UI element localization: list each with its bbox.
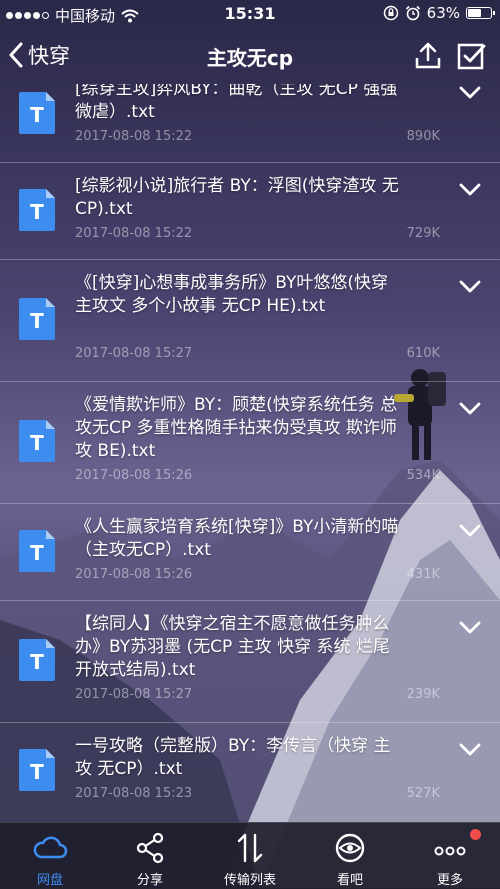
file-name: 《爱情欺诈师》BY：顾楚(快穿系统任务 总攻无CP 多重性格随手拈来伪受真攻 欺…: [75, 395, 398, 461]
file-list: T [综穿主攻]弈风BY：曲乾（主攻 无CP 强强 微虐）.txt 2017-0…: [0, 84, 500, 822]
file-icon-letter: T: [30, 650, 44, 674]
back-button[interactable]: 快穿: [8, 40, 70, 70]
file-icon-letter: T: [30, 200, 44, 224]
chevron-down-icon[interactable]: [456, 399, 484, 419]
file-size: 431K: [406, 567, 440, 582]
file-size: 729K: [406, 226, 440, 241]
file-icon-letter: T: [30, 760, 44, 784]
share-icon: [136, 832, 164, 864]
chevron-down-icon[interactable]: [456, 618, 484, 638]
file-row[interactable]: T 【综同人】《快穿之宿主不愿意做任务肿么办》BY苏羽墨 (无CP 主攻 快穿 …: [0, 601, 500, 723]
file-date: 2017-08-08 15:26: [75, 567, 193, 582]
chevron-down-icon[interactable]: [456, 84, 484, 103]
file-size: 527K: [406, 786, 440, 801]
file-date: 2017-08-08 15:26: [75, 468, 193, 483]
file-row[interactable]: T 《[快穿]心想事成事务所》BY叶悠悠(快穿 主攻文 多个小故事 无CP HE…: [0, 260, 500, 382]
notification-badge: [470, 829, 481, 840]
tab-label: 分享: [136, 873, 163, 888]
status-bar: 中国移动 15:31 63%: [0, 0, 500, 28]
upload-icon[interactable]: [412, 40, 444, 72]
more-icon: [434, 846, 466, 856]
file-date: 2017-08-08 15:22: [75, 129, 193, 144]
txt-file-icon: T: [19, 298, 55, 340]
file-icon-letter: T: [30, 431, 44, 455]
file-name: 一号攻略（完整版）BY：李传言（快穿 主攻 无CP）.txt: [75, 736, 391, 779]
file-date: 2017-08-08 15:22: [75, 226, 193, 241]
rotation-lock-icon: [383, 5, 398, 21]
file-size: 534K: [406, 468, 440, 483]
file-name: 【综同人】《快穿之宿主不愿意做任务肿么办》BY苏羽墨 (无CP 主攻 快穿 系统…: [75, 614, 390, 680]
file-size: 239K: [406, 687, 440, 702]
battery-level: [468, 9, 481, 17]
status-right: 63%: [383, 4, 495, 22]
file-name: 《[快穿]心想事成事务所》BY叶悠悠(快穿 主攻文 多个小故事 无CP HE).…: [75, 273, 389, 316]
txt-file-icon: T: [19, 420, 55, 462]
select-checkbox-icon[interactable]: [455, 40, 487, 72]
transfer-icon: [237, 833, 263, 863]
tab-transfer-list[interactable]: 传输列表: [200, 823, 300, 889]
tab-watch[interactable]: 看吧: [300, 823, 400, 889]
battery-icon: [466, 7, 495, 19]
file-name: 《人生赢家培育系统[快穿]》BY小清新的喵 （主攻无CP）.txt: [75, 517, 399, 560]
file-date: 2017-08-08 15:27: [75, 687, 193, 702]
file-name: [综影视小说]旅行者 BY：浮图(快穿渣攻 无CP).txt: [75, 176, 399, 219]
txt-file-icon: T: [19, 749, 55, 791]
tab-label: 传输列表: [223, 873, 276, 888]
txt-file-icon: T: [19, 530, 55, 572]
tab-label: 网盘: [36, 873, 63, 888]
file-size: 890K: [406, 129, 440, 144]
chevron-down-icon[interactable]: [456, 740, 484, 760]
tab-share[interactable]: 分享: [100, 823, 200, 889]
file-icon-letter: T: [30, 103, 44, 127]
file-row[interactable]: T 《爱情欺诈师》BY：顾楚(快穿系统任务 总攻无CP 多重性格随手拈来伪受真攻…: [0, 382, 500, 504]
back-label: 快穿: [28, 44, 70, 68]
tab-more[interactable]: 更多: [400, 823, 500, 889]
file-date: 2017-08-08 15:27: [75, 346, 193, 361]
battery-percent: 63%: [426, 4, 460, 22]
chevron-down-icon[interactable]: [456, 277, 484, 297]
tab-label: 更多: [436, 873, 463, 888]
file-row[interactable]: T [综影视小说]旅行者 BY：浮图(快穿渣攻 无CP).txt 2017-08…: [0, 163, 500, 260]
file-date: 2017-08-08 15:23: [75, 786, 193, 801]
txt-file-icon: T: [19, 92, 55, 134]
txt-file-icon: T: [19, 639, 55, 681]
chevron-down-icon[interactable]: [456, 521, 484, 541]
file-row[interactable]: T [综穿主攻]弈风BY：曲乾（主攻 无CP 强强 微虐）.txt 2017-0…: [0, 84, 500, 163]
tab-bar: 网盘 分享 传输列表 看吧 更多: [0, 822, 500, 889]
chevron-down-icon[interactable]: [456, 180, 484, 200]
cloud-icon: [33, 836, 68, 859]
file-row[interactable]: T 一号攻略（完整版）BY：李传言（快穿 主攻 无CP）.txt 2017-08…: [0, 723, 500, 822]
tab-cloud-drive[interactable]: 网盘: [0, 823, 100, 889]
txt-file-icon: T: [19, 189, 55, 231]
eye-icon: [335, 833, 365, 863]
file-icon-letter: T: [30, 541, 44, 565]
back-chevron-icon: [9, 42, 23, 68]
alarm-icon: [405, 5, 420, 21]
file-name: [综穿主攻]弈风BY：曲乾（主攻 无CP 强强 微虐）.txt: [75, 84, 398, 122]
navigation-bar: 快穿 主攻无cp: [0, 28, 500, 84]
tab-label: 看吧: [336, 873, 363, 888]
file-size: 610K: [406, 346, 440, 361]
file-row[interactable]: T 《人生赢家培育系统[快穿]》BY小清新的喵 （主攻无CP）.txt 2017…: [0, 504, 500, 601]
file-icon-letter: T: [30, 309, 44, 333]
